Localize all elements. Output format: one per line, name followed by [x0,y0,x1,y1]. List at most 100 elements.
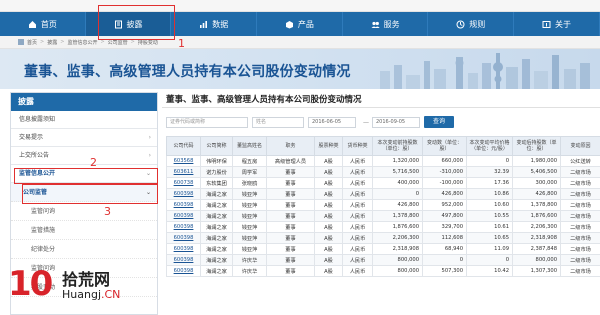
table-header-row: 公司代码 公司简称 董监高姓名 职务 股票种类 货币种类 本次变动前持股数（单位：股） 变动数… [166,136,600,156]
table-cell: 10.86 [466,188,513,200]
sidebar-item[interactable]: 上交所公告 › [11,147,157,165]
table-cell: 426,800 [512,188,561,200]
table-cell: 人民币 [342,155,373,167]
table-row: 600398 海澜之家 钱亚萍 董事 A股 人民币 1,876,600 329,700 10.6… [166,221,600,233]
table-cell: 800,000 [512,254,561,266]
search-button[interactable]: 查询 [424,116,454,128]
table-cell: 10.65 [466,232,513,244]
table-cell: 2,206,300 [512,221,561,233]
breadcrumb-item[interactable]: 披露 [47,39,57,46]
table-cell: 300,000 [512,177,561,189]
table-cell: 张晓鸥 [232,177,267,189]
table-cell: A股 [314,221,343,233]
table-cell: 660,000 [422,155,467,167]
banner-title: 董事、监事、高级管理人员持有本公司股份变动情况 [24,64,351,80]
company-code-link[interactable]: 603611 [166,166,201,178]
company-code-link[interactable]: 603568 [166,155,201,167]
table-cell: 钱亚萍 [232,188,267,200]
table-cell: 人民币 [342,265,373,277]
company-code-link[interactable]: 600398 [166,254,201,266]
top-strip [0,0,600,12]
table-cell: 钱亚萍 [232,210,267,222]
watermark-number: 10 [8,264,53,304]
sidebar-subitem[interactable]: 监管措施 [11,221,157,240]
nav-product[interactable]: 产品 [257,12,343,36]
table-cell: 董事 [266,199,315,211]
main-title: 董事、监事、高级管理人员持有本公司股份变动情况 [162,92,600,108]
company-code-link[interactable]: 600398 [166,210,201,222]
table-cell: A股 [314,210,343,222]
table-cell: 人民币 [342,166,373,178]
table-cell: A股 [314,243,343,255]
annotation-box-1 [98,5,175,40]
nav-about[interactable]: 关于 [514,12,600,36]
breadcrumb-item[interactable]: 首页 [27,39,37,46]
annotation-box-2 [14,168,158,184]
breadcrumb-home-icon [18,39,24,45]
watermark-url-prefix: Huangj [62,288,101,301]
column-header: 变动原因 [560,136,600,156]
watermark-logo: 10 拾荒网 Huangj.CN [8,262,148,312]
breadcrumb: 首页 > 披露 > 监管信息公开 > 公司监管 > 持股变动 [0,36,600,49]
table-cell: 董事 [266,232,315,244]
table-cell: 海澜之家 [200,254,233,266]
table-cell: 1,980,000 [512,155,561,167]
table-body: 603568 伟明环保 程五房 高级管理人员 A股 人民币 1,320,000 660,000… [166,155,600,277]
table-cell: 0 [466,155,513,167]
company-code-link[interactable]: 600738 [166,177,201,189]
column-header: 董监高姓名 [232,136,267,156]
watermark-url-suffix: .CN [101,288,121,301]
nav-rules[interactable]: 规则 [428,12,515,36]
company-code-link[interactable]: 600398 [166,232,201,244]
sidebar-item-label: 上交所公告 [19,152,50,159]
table-cell: 507,300 [422,265,467,277]
watermark-brand: 拾荒网 [62,266,111,290]
name-input[interactable]: 姓名 [252,116,304,128]
company-code-link[interactable]: 600398 [166,243,201,255]
table-cell: A股 [314,188,343,200]
table-cell: 17.36 [466,177,513,189]
table-cell: 人民币 [342,210,373,222]
table-cell: 海澜之家 [200,243,233,255]
table-cell: 周学军 [232,166,267,178]
table-cell: 董事 [266,243,315,255]
nav-data[interactable]: 数据 [171,12,258,36]
table-cell: 董事 [266,265,315,277]
company-code-link[interactable]: 600398 [166,221,201,233]
nav-service-label: 服务 [383,19,400,29]
date-from-input[interactable]: 2016-06-05 [308,116,356,128]
nav-data-label: 数据 [212,19,229,29]
nav-home[interactable]: 首页 [0,12,86,36]
table-cell: 海澜之家 [200,199,233,211]
table-cell: 二级市场 [560,265,600,277]
annotation-number-3: 3 [104,205,111,218]
code-input[interactable]: 证券代码或简称 [166,116,248,128]
sidebar-item[interactable]: 信息披露须知 [11,111,157,129]
watermark-url: Huangj.CN [62,288,121,301]
table-cell: 二级市场 [560,210,600,222]
sidebar-item-label: 交易提示 [19,134,44,141]
nav-home-label: 首页 [40,19,57,29]
table-cell: 329,700 [422,221,467,233]
table-cell: 0 [422,254,467,266]
table-cell: A股 [314,177,343,189]
annotation-box-3 [22,184,158,204]
nav-service[interactable]: 服务 [343,12,429,36]
table-cell: 海澜之家 [200,221,233,233]
sidebar-item[interactable]: 交易提示 › [11,129,157,147]
table-cell: A股 [314,254,343,266]
company-code-link[interactable]: 600398 [166,265,201,277]
company-code-link[interactable]: 600398 [166,188,201,200]
service-icon [371,20,380,29]
table-cell: A股 [314,155,343,167]
breadcrumb-item[interactable]: 监管信息公开 [67,39,97,46]
sidebar-subitem[interactable]: 监管问询 [11,202,157,221]
sidebar-subitem[interactable]: 纪律处分 [11,240,157,259]
column-header: 职务 [266,136,315,156]
date-to-input[interactable]: 2016-09-05 [372,116,420,128]
table-cell: 董事 [266,177,315,189]
filter-row: 证券代码或简称 姓名 2016-06-05 — 2016-09-05 查询 [162,112,600,132]
table-row: 600398 海澜之家 钱亚萍 董事 A股 人民币 0 426,800 10.86 426,800… [166,188,600,200]
column-header: 变动后持股数（单位：股） [512,136,561,156]
company-code-link[interactable]: 600398 [166,199,201,211]
